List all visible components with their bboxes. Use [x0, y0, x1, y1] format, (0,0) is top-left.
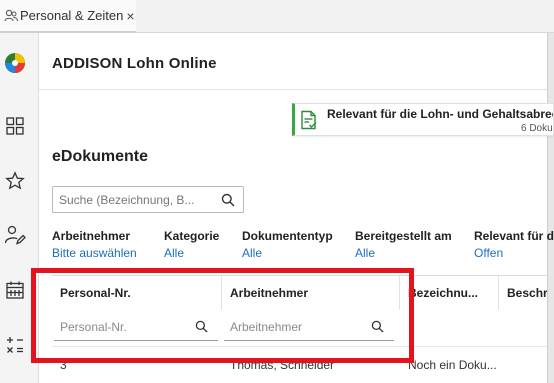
- search-box: [52, 186, 244, 213]
- column-header-bezeichnung[interactable]: Bezeichnu...: [400, 276, 499, 310]
- filter-arbeitnehmer: Arbeitnehmer Bitte auswählen: [52, 229, 137, 260]
- person-edit-icon[interactable]: [4, 224, 26, 246]
- scrollbar[interactable]: [547, 33, 554, 383]
- filter-row: [52, 310, 547, 346]
- page-title: eDokumente: [52, 148, 149, 165]
- relevance-card[interactable]: Relevant für die Lohn- und Gehaltsabrech…: [292, 103, 554, 136]
- left-rail: [0, 33, 39, 383]
- star-icon[interactable]: [4, 170, 26, 192]
- filter-value-link[interactable]: Offen: [474, 246, 554, 260]
- filter-value-link[interactable]: Alle: [164, 246, 219, 260]
- app-title: ADDISON Lohn Online: [52, 55, 217, 72]
- filter-kategorie: Kategorie Alle: [164, 229, 219, 260]
- search-icon[interactable]: [221, 193, 235, 207]
- table-row[interactable]: 3 Thomas, Schneider Noch ein Doku...: [52, 346, 547, 383]
- dashboard-icon[interactable]: [4, 115, 26, 137]
- card-count: 6 Doku: [521, 123, 553, 134]
- personal-nr-filter-input[interactable]: [60, 318, 180, 336]
- tab-bar: Personal & Zeiten ×: [0, 0, 554, 33]
- column-header-personal-nr[interactable]: Personal-Nr.: [52, 276, 222, 310]
- tab-label: Personal & Zeiten: [20, 8, 124, 23]
- cell-arbeitnehmer: Thomas, Schneider: [230, 358, 335, 372]
- filter-label: Dokumententyp: [242, 229, 333, 243]
- logo-icon[interactable]: [4, 52, 26, 74]
- filter-label: Arbeitnehmer: [52, 229, 131, 243]
- personal-nr-filter: [54, 313, 218, 341]
- column-header-beschreibung[interactable]: Beschre: [499, 276, 547, 310]
- filter-label: Kategorie: [164, 229, 220, 243]
- filter-dokumententyp: Dokumententyp Alle: [242, 229, 333, 260]
- tab-personal-zeiten[interactable]: Personal & Zeiten ×: [0, 0, 136, 33]
- documents-table: Personal-Nr. Arbeitnehmer Bezeichnu... B…: [52, 275, 547, 383]
- arbeitnehmer-filter-input[interactable]: [230, 318, 350, 336]
- arbeitnehmer-filter: [224, 313, 394, 341]
- search-icon[interactable]: [371, 320, 384, 333]
- filter-relevant: Relevant für d Offen: [474, 229, 554, 260]
- calculator-icon[interactable]: [4, 334, 26, 356]
- filter-value-link[interactable]: Bitte auswählen: [52, 246, 137, 260]
- column-header-arbeitnehmer[interactable]: Arbeitnehmer: [222, 276, 400, 310]
- calendar-icon[interactable]: [4, 279, 26, 301]
- cell-personal-nr: 3: [60, 358, 67, 372]
- filter-bereitgestellt-am: Bereitgestellt am Alle: [355, 229, 452, 260]
- filter-value-link[interactable]: Alle: [355, 246, 452, 260]
- search-icon[interactable]: [195, 320, 208, 333]
- header-divider: [39, 89, 547, 90]
- filter-label: Relevant für d: [474, 229, 554, 243]
- close-icon[interactable]: ×: [126, 9, 134, 23]
- document-check-icon: [300, 110, 318, 130]
- people-icon: [4, 9, 18, 23]
- card-title: Relevant für die Lohn- und Gehaltsabrech: [327, 107, 554, 121]
- cell-bezeichnung: Noch ein Doku...: [408, 358, 497, 372]
- filter-label: Bereitgestellt am: [355, 229, 452, 243]
- filter-value-link[interactable]: Alle: [242, 246, 333, 260]
- search-input[interactable]: [59, 191, 209, 209]
